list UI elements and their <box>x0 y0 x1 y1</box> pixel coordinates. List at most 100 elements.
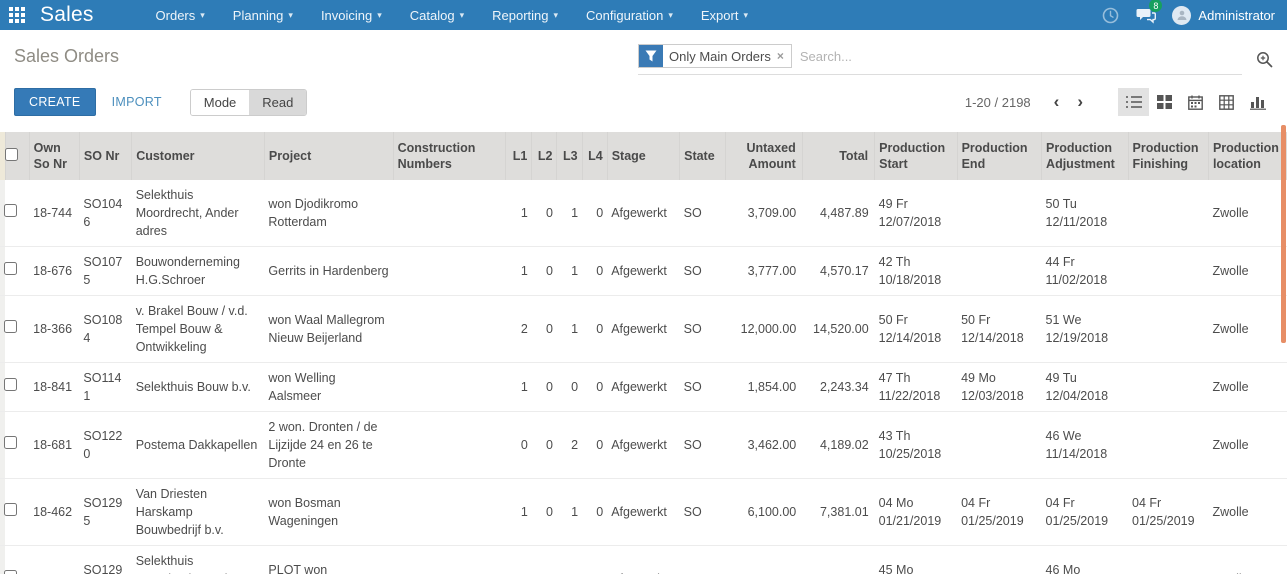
cell-l4: 0 <box>582 545 608 574</box>
vertical-scrollbar-thumb[interactable] <box>1281 125 1286 343</box>
nav-menu-item[interactable]: Invoicing ▾ <box>309 0 394 30</box>
pager-next-icon[interactable]: › <box>1068 92 1092 112</box>
row-checkbox-cell <box>4 545 30 574</box>
cell-stage: Afgewerkt <box>607 362 680 412</box>
pivot-view-icon[interactable] <box>1211 88 1242 116</box>
import-button[interactable]: IMPORT <box>112 95 162 109</box>
col-construction-numbers[interactable]: Construction Numbers <box>392 132 506 180</box>
row-checkbox-cell <box>4 246 30 296</box>
col-l2[interactable]: L2 <box>531 132 557 180</box>
filter-chip-close-icon[interactable]: × <box>777 49 784 63</box>
pager-prev-icon[interactable]: ‹ <box>1045 92 1069 112</box>
row-checkbox[interactable] <box>4 570 18 574</box>
table-row[interactable]: 18-676 SO1075 Bouwonderneming H.G.Schroe… <box>0 246 1287 296</box>
row-checkbox[interactable] <box>4 262 18 275</box>
nav-menu-item[interactable]: Reporting ▾ <box>480 0 570 30</box>
col-production-location[interactable]: Production location <box>1207 132 1287 180</box>
cell-so-nr: SO1141 <box>79 362 132 412</box>
cell-total: 2,243.34 <box>802 362 875 412</box>
cell-l2: 0 <box>531 180 557 247</box>
table-row[interactable]: 18-806 SO1297 Selekthuis Moordrecht, And… <box>0 545 1287 574</box>
calendar-view-icon[interactable] <box>1180 88 1211 116</box>
col-total[interactable]: Total <box>801 132 875 180</box>
col-state[interactable]: State <box>679 132 726 180</box>
list-view-icon[interactable] <box>1118 88 1149 116</box>
cell-project: won Welling Aalsmeer <box>264 362 394 412</box>
graph-view-icon[interactable] <box>1242 88 1273 116</box>
read-button[interactable]: Read <box>249 89 307 115</box>
cell-production-end: 49 Mo 12/03/2018 <box>957 362 1042 412</box>
nav-menu-item[interactable]: Export ▾ <box>689 0 760 30</box>
col-production-end[interactable]: Production End <box>956 132 1042 180</box>
col-customer[interactable]: Customer <box>131 132 265 180</box>
nav-menu-item[interactable]: Configuration ▾ <box>574 0 685 30</box>
cell-production-end <box>957 180 1042 247</box>
cell-production-location: Zwolle <box>1208 478 1287 546</box>
search-input[interactable] <box>799 48 1242 64</box>
table-row[interactable]: 18-841 SO1141 Selekthuis Bouw b.v. won W… <box>0 362 1287 412</box>
row-checkbox[interactable] <box>4 378 18 391</box>
top-navbar: Sales Orders ▾ Planning ▾ Invoicing ▾ Ca… <box>0 0 1287 30</box>
row-checkbox[interactable] <box>4 436 18 449</box>
cell-total: 3,299.67 <box>802 545 875 574</box>
table-row[interactable]: 18-744 SO1046 Selekthuis Moordrecht, And… <box>0 180 1287 247</box>
nav-menu-item[interactable]: Catalog ▾ <box>398 0 476 30</box>
filter-chip[interactable]: Only Main Orders × <box>638 44 792 68</box>
nav-menu-item[interactable]: Planning ▾ <box>221 0 305 30</box>
chevron-down-icon: ▾ <box>743 9 748 20</box>
chevron-down-icon: ▾ <box>668 9 673 20</box>
col-l1[interactable]: L1 <box>505 132 532 180</box>
orders-table-wrap: Own So Nr SO Nr Customer Project Constru… <box>0 132 1287 574</box>
col-production-finishing[interactable]: Production Finishing <box>1127 132 1209 180</box>
col-so-nr[interactable]: SO Nr <box>78 132 132 180</box>
select-all-checkbox[interactable] <box>4 147 18 161</box>
activities-clock-icon[interactable] <box>1100 5 1120 25</box>
cell-total: 4,570.17 <box>802 246 875 296</box>
mode-button[interactable]: Mode <box>190 89 250 115</box>
cell-customer: Selekthuis Moordrecht, Ander adres <box>131 545 265 574</box>
row-checkbox[interactable] <box>4 204 18 217</box>
cell-so-nr: SO1297 <box>79 545 132 574</box>
kanban-view-icon[interactable] <box>1149 88 1180 116</box>
cell-customer: Selekthuis Bouw b.v. <box>131 362 265 412</box>
col-l4[interactable]: L4 <box>581 132 608 180</box>
toolbar-right: 1-20 / 2198 ‹ › <box>965 88 1273 116</box>
row-checkbox[interactable] <box>4 320 18 333</box>
cell-l3: 1 <box>556 246 583 296</box>
apps-grid-icon[interactable] <box>0 0 34 30</box>
cell-l1: 1 <box>505 246 532 296</box>
user-menu[interactable]: Administrator <box>1172 5 1275 25</box>
cell-untaxed-amount: 1,854.00 <box>725 362 803 412</box>
chevron-down-icon: ▾ <box>288 9 293 20</box>
col-stage[interactable]: Stage <box>606 132 680 180</box>
col-own-so-nr[interactable]: Own So Nr <box>28 132 80 180</box>
apps-grid-glyph <box>9 7 25 23</box>
breadcrumb-row: Sales Orders Only Main Orders × <box>0 30 1287 82</box>
col-l3[interactable]: L3 <box>556 132 583 180</box>
cell-stage: Afgewerkt <box>607 246 680 296</box>
cell-untaxed-amount: 12,000.00 <box>725 295 803 363</box>
cell-state: SO <box>679 295 726 363</box>
cell-l2: 0 <box>531 478 557 546</box>
table-row[interactable]: 18-681 SO1220 Postema Dakkapellen 2 won.… <box>0 411 1287 479</box>
cell-production-start: 04 Mo 01/21/2019 <box>874 478 958 546</box>
nav-menu-item[interactable]: Orders ▾ <box>144 0 217 30</box>
cell-production-adjustment: 51 We 12/19/2018 <box>1041 295 1129 363</box>
cell-customer: Van Driesten Harskamp Bouwbedrijf b.v. <box>131 478 265 546</box>
col-untaxed-amount[interactable]: Untaxed Amount <box>725 132 803 180</box>
cell-state: SO <box>679 411 726 479</box>
advanced-search-icon[interactable] <box>1256 51 1273 68</box>
cell-l1: 1 <box>505 545 532 574</box>
col-production-start[interactable]: Production Start <box>874 132 958 180</box>
cell-so-nr: SO1075 <box>79 246 132 296</box>
create-button[interactable]: CREATE <box>14 88 96 116</box>
search-bar[interactable]: Only Main Orders × <box>638 44 1242 75</box>
col-project[interactable]: Project <box>263 132 394 180</box>
cell-l1: 0 <box>505 411 532 479</box>
row-checkbox[interactable] <box>4 503 18 516</box>
col-production-adjustment[interactable]: Production Adjustment <box>1041 132 1129 180</box>
cell-untaxed-amount: 3,462.00 <box>725 411 803 479</box>
messages-icon[interactable]: 8 <box>1136 0 1163 25</box>
table-row[interactable]: 18-462 SO1295 Van Driesten Harskamp Bouw… <box>0 478 1287 546</box>
table-row[interactable]: 18-366 SO1084 v. Brakel Bouw / v.d. Temp… <box>0 295 1287 363</box>
